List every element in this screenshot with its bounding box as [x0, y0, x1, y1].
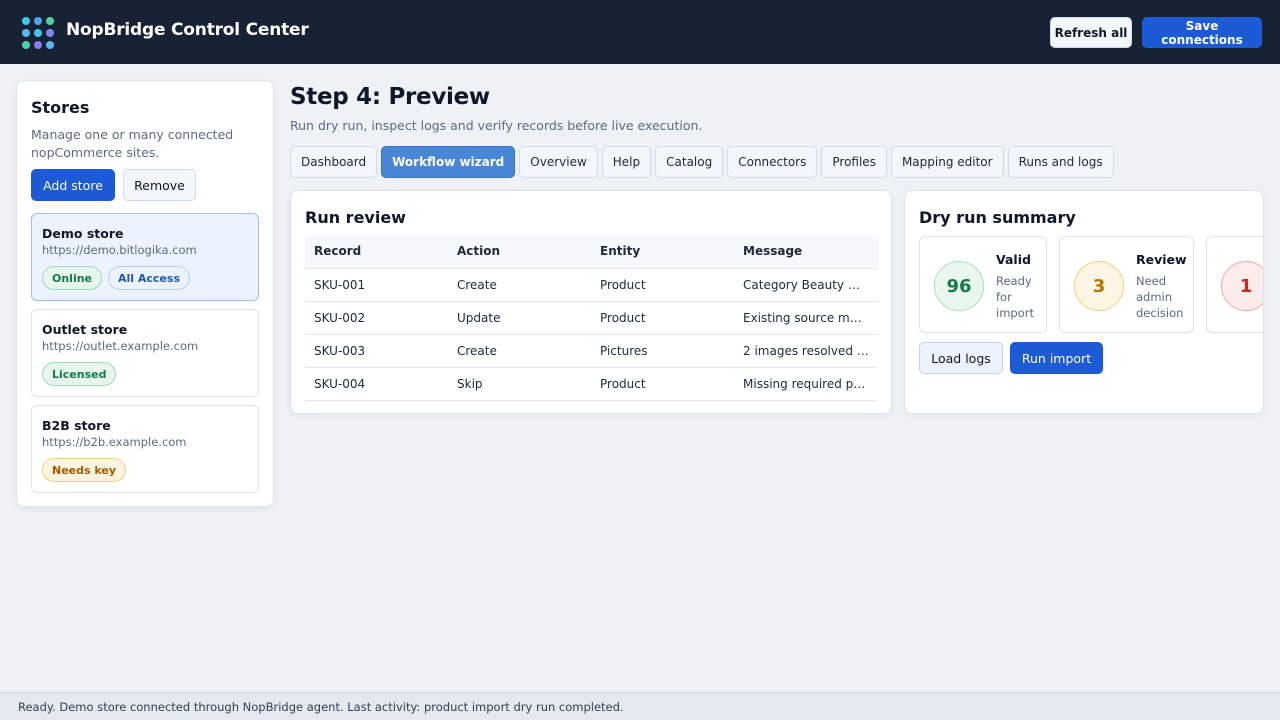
record-cell: SKU-002 — [305, 301, 448, 335]
store-name: Demo store — [42, 226, 124, 241]
tab-overview[interactable]: Overview — [519, 146, 598, 178]
stat-label: Valid — [996, 252, 1031, 267]
dry-run-title: Dry run summary — [919, 208, 1076, 227]
column-header-record[interactable]: Record — [305, 235, 448, 269]
tab-runs-and-logs[interactable]: Runs and logs — [1007, 146, 1114, 178]
column-header-action[interactable]: Action — [448, 235, 591, 269]
stat-description: Ready for import — [996, 274, 1034, 320]
run-review-table: Record Action Entity Message SKU-001 Cre… — [305, 235, 878, 401]
logo-dot — [34, 29, 42, 37]
stat-card-review: 3 Review Need admin decision — [1059, 236, 1194, 333]
tab-dashboard[interactable]: Dashboard — [290, 146, 378, 178]
tab-profiles[interactable]: Profiles — [821, 146, 887, 178]
logo-dot — [46, 41, 54, 49]
message-cell: Missing required price — [734, 367, 878, 401]
tab-help[interactable]: Help — [601, 146, 652, 178]
record-cell: SKU-003 — [305, 334, 448, 368]
logo-dot — [22, 41, 30, 49]
add-store-button[interactable]: Add store — [31, 169, 115, 201]
grid-dots-logo-icon — [22, 17, 54, 49]
logo-dot — [34, 17, 42, 25]
app-title: NopBridge Control Center — [66, 20, 309, 40]
logo-dot — [22, 29, 30, 37]
column-header-entity[interactable]: Entity — [591, 235, 734, 269]
message-cell: Category Beauty will be created — [734, 268, 878, 302]
status-bar: Ready. Demo store connected through NopB… — [0, 692, 1280, 720]
action-cell: Update — [448, 301, 591, 335]
top-bar: NopBridge Control Center Refresh all Sav… — [0, 0, 1280, 64]
stores-sidebar: Stores Manage one or many connected nopC… — [16, 80, 274, 507]
stat-card-valid: 96 Valid Ready for import — [919, 236, 1047, 333]
action-cell: Create — [448, 268, 591, 302]
store-url: https://outlet.example.com — [42, 339, 199, 353]
column-header-message[interactable]: Message — [734, 235, 878, 269]
main-tabs: Dashboard Workflow wizard Overview Help … — [290, 146, 1114, 178]
entity-cell: Pictures — [591, 334, 734, 368]
logo-dot — [34, 41, 42, 49]
tab-workflow-wizard[interactable]: Workflow wizard — [381, 146, 516, 178]
store-name: Outlet store — [42, 322, 128, 337]
sidebar-title: Stores — [31, 98, 90, 117]
valid-count-badge: 96 — [934, 261, 984, 311]
table-row[interactable]: SKU-002 Update Product Existing source m… — [305, 301, 878, 335]
store-card-demo[interactable]: Demo store https://demo.bitlogika.com On… — [31, 213, 259, 301]
message-cell: Existing source matched by SKU — [734, 301, 878, 335]
stat-label: Review — [1136, 252, 1187, 267]
error-count-badge: 1 — [1221, 261, 1263, 311]
status-badge: Online — [42, 266, 103, 290]
tab-catalog[interactable]: Catalog — [655, 146, 724, 178]
store-card-outlet[interactable]: Outlet store https://outlet.example.com … — [31, 309, 259, 397]
logo-dot — [46, 17, 54, 25]
remove-store-button[interactable]: Remove — [123, 169, 196, 201]
table-header-row: Record Action Entity Message — [305, 235, 878, 269]
tab-mapping-editor[interactable]: Mapping editor — [890, 146, 1004, 178]
save-connections-button[interactable]: Save connections — [1142, 17, 1262, 48]
record-cell: SKU-004 — [305, 367, 448, 401]
message-cell: 2 images resolved from source — [734, 334, 878, 368]
sidebar-description: Manage one or many connected nopCommerce… — [31, 127, 234, 160]
logo-dot — [46, 29, 54, 37]
refresh-all-button[interactable]: Refresh all — [1050, 17, 1132, 48]
store-card-b2b[interactable]: B2B store https://b2b.example.com Needs … — [31, 405, 259, 493]
action-cell: Create — [448, 334, 591, 368]
table-row[interactable]: SKU-003 Create Pictures 2 images resolve… — [305, 334, 878, 368]
stat-description: Need admin decision — [1136, 274, 1184, 320]
store-url: https://demo.bitlogika.com — [42, 243, 197, 257]
status-badge: All Access — [108, 266, 191, 290]
load-logs-button[interactable]: Load logs — [919, 342, 1003, 374]
table-row[interactable]: SKU-004 Skip Product Missing required pr… — [305, 367, 878, 401]
page-title: Step 4: Preview — [290, 84, 490, 110]
stat-card-error: 1 — [1206, 236, 1263, 333]
entity-cell: Product — [591, 301, 734, 335]
table-row[interactable]: SKU-001 Create Product Category Beauty w… — [305, 268, 878, 302]
status-badge: Needs key — [42, 458, 127, 482]
logo-dot — [22, 17, 30, 25]
run-import-button[interactable]: Run import — [1010, 342, 1103, 374]
status-badge: Licensed — [42, 362, 117, 386]
record-cell: SKU-001 — [305, 268, 448, 302]
action-cell: Skip — [448, 367, 591, 401]
entity-cell: Product — [591, 367, 734, 401]
page-subtitle: Run dry run, inspect logs and verify rec… — [290, 118, 703, 133]
run-review-title: Run review — [305, 208, 406, 227]
dry-run-summary-panel: Dry run summary 96 Valid Ready for impor… — [904, 190, 1264, 414]
store-url: https://b2b.example.com — [42, 435, 187, 449]
entity-cell: Product — [591, 268, 734, 302]
store-name: B2B store — [42, 418, 111, 433]
run-review-panel: Run review Record Action Entity Message … — [290, 190, 892, 414]
tab-connectors[interactable]: Connectors — [727, 146, 818, 178]
review-count-badge: 3 — [1074, 261, 1124, 311]
